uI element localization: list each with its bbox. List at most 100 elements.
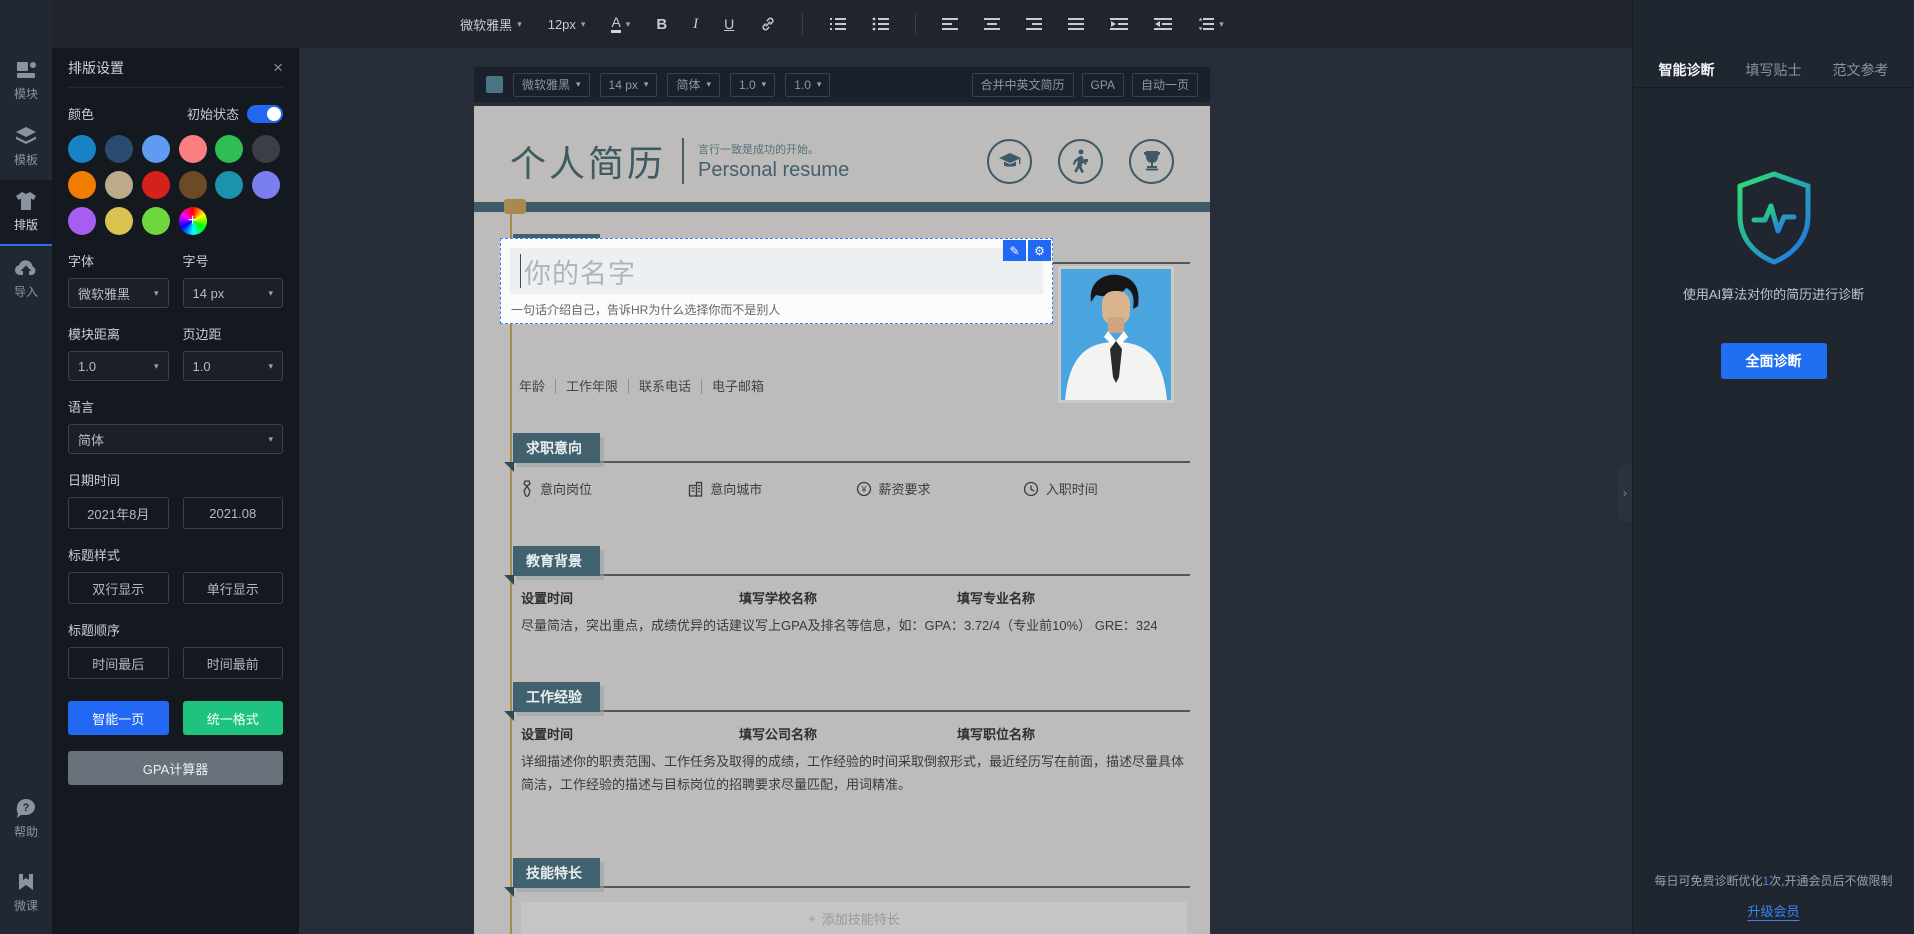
bold-button[interactable]: B	[656, 16, 667, 33]
work-position-col[interactable]: 填写职位名称	[957, 724, 1175, 743]
section-head: 技能特长	[513, 858, 1190, 888]
sidebar-item-layout[interactable]: 排版	[0, 180, 52, 246]
color-swatch[interactable]	[142, 207, 170, 235]
walking-person-icon	[1072, 149, 1090, 173]
tab-writing-tips[interactable]: 填写贴士	[1746, 60, 1802, 80]
edu-major-col[interactable]: 填写专业名称	[957, 588, 1175, 607]
line-height-select[interactable]: ▾	[1198, 17, 1224, 31]
name-edit-block[interactable]: ✎ ⚙ 你的名字 一句话介绍自己，告诉HR为什么选择你而不是别人	[500, 238, 1053, 324]
font-size-select[interactable]: 12px ▾	[548, 17, 586, 32]
name-input[interactable]: 你的名字	[510, 248, 1043, 294]
edu-hint-text[interactable]: 尽量简洁，突出重点，成绩优异的话建议写上GPA及排名等信息，如：GPA：3.72…	[513, 607, 1190, 638]
tab-smart-diagnosis[interactable]: 智能诊断	[1659, 60, 1715, 80]
gpa-calculator-button[interactable]: GPA计算器	[68, 751, 283, 785]
date-format-num-button[interactable]: 2021.08	[183, 497, 284, 529]
color-swatch[interactable]	[179, 171, 207, 199]
tie-icon	[521, 480, 533, 497]
section-tag-education[interactable]: 教育背景	[513, 546, 600, 576]
work-company-col[interactable]: 填写公司名称	[739, 724, 957, 743]
merge-cn-en-button[interactable]: 合并中英文简历	[972, 73, 1074, 97]
intent-position[interactable]: 意向岗位	[521, 479, 688, 498]
sidebar-item-microcourse[interactable]: 微课	[0, 860, 52, 926]
doc-lang-select[interactable]: 简体 ▾	[667, 73, 720, 97]
font-select[interactable]: 微软雅黑 ▾	[68, 278, 169, 308]
size-select[interactable]: 14 px ▾	[183, 278, 284, 308]
doc-margin-select[interactable]: 1.0 ▾	[785, 73, 830, 97]
color-swatch[interactable]	[215, 171, 243, 199]
language-select[interactable]: 简体 ▾	[68, 424, 283, 454]
doc-font-select[interactable]: 微软雅黑 ▾	[513, 73, 590, 97]
color-swatch[interactable]	[252, 135, 280, 163]
edit-pencil-button[interactable]: ✎	[1003, 240, 1026, 261]
underline-button[interactable]: U	[724, 16, 734, 32]
sidebar-item-templates[interactable]: 模板	[0, 114, 52, 180]
unify-format-button[interactable]: 统一格式	[183, 701, 284, 735]
panel-collapse-handle[interactable]: ›	[1618, 464, 1632, 522]
custom-color-picker[interactable]: +	[179, 207, 207, 235]
close-icon[interactable]: ×	[273, 58, 283, 78]
work-hint-text[interactable]: 详细描述你的职责范围、工作任务及取得的成绩，工作经验的时间采取倒叙形式，最近经历…	[513, 743, 1190, 797]
page-margin-select[interactable]: 1.0 ▾	[183, 351, 284, 381]
unordered-list-button[interactable]	[872, 17, 889, 31]
align-left-button[interactable]	[942, 17, 958, 31]
module-gap-select[interactable]: 1.0 ▾	[68, 351, 169, 381]
toolbar-divider	[802, 13, 803, 35]
align-right-button[interactable]	[1026, 17, 1042, 31]
doc-size-select[interactable]: 14 px ▾	[600, 73, 658, 97]
settings-gear-button[interactable]: ⚙	[1028, 240, 1051, 261]
add-skill-button[interactable]: + 添加技能特长	[521, 902, 1187, 934]
color-swatch[interactable]	[68, 135, 96, 163]
intent-salary[interactable]: ¥ 薪资要求	[856, 479, 1023, 498]
full-diagnosis-button[interactable]: 全面诊断	[1721, 343, 1827, 379]
title-one-line-button[interactable]: 单行显示	[183, 572, 284, 604]
edu-school-col[interactable]: 填写学校名称	[739, 588, 957, 607]
edu-time-col[interactable]: 设置时间	[521, 588, 739, 607]
tab-sample-reference[interactable]: 范文参考	[1833, 60, 1889, 80]
date-format-cn-button[interactable]: 2021年8月	[68, 497, 169, 529]
italic-button[interactable]: I	[693, 16, 698, 33]
indent-increase-button[interactable]	[1110, 17, 1128, 31]
shield-pulse-icon	[1734, 170, 1814, 266]
sidebar-item-import[interactable]: 导入	[0, 246, 52, 312]
chevron-down-icon: ▾	[644, 79, 649, 90]
initial-state-toggle[interactable]	[247, 105, 283, 123]
work-time-col[interactable]: 设置时间	[521, 724, 739, 743]
sidebar-item-modules[interactable]: 模块	[0, 48, 52, 114]
color-swatch[interactable]	[105, 171, 133, 199]
color-swatch[interactable]	[215, 135, 243, 163]
color-swatch[interactable]	[179, 135, 207, 163]
auto-one-page-button[interactable]: 自动一页	[1132, 73, 1198, 97]
time-last-button[interactable]: 时间最后	[68, 647, 169, 679]
color-swatch[interactable]	[105, 135, 133, 163]
title-two-line-button[interactable]: 双行显示	[68, 572, 169, 604]
align-justify-button[interactable]	[1068, 17, 1084, 31]
font-family-value: 微软雅黑	[460, 15, 512, 34]
section-tag-work[interactable]: 工作经验	[513, 682, 600, 712]
theme-color-swatch[interactable]	[486, 76, 503, 93]
color-swatch[interactable]	[252, 171, 280, 199]
font-family-select[interactable]: 微软雅黑 ▾	[460, 15, 522, 34]
intent-city[interactable]: 意向城市	[688, 479, 855, 498]
color-swatch[interactable]	[68, 171, 96, 199]
color-swatch[interactable]	[142, 171, 170, 199]
ordered-list-icon	[829, 17, 846, 31]
color-swatch[interactable]	[105, 207, 133, 235]
ordered-list-button[interactable]	[829, 17, 846, 31]
section-tag-intent[interactable]: 求职意向	[513, 433, 600, 463]
align-center-button[interactable]	[984, 17, 1000, 31]
gpa-button[interactable]: GPA	[1082, 73, 1124, 97]
link-button[interactable]	[760, 16, 776, 32]
sidebar-item-help[interactable]: ? 帮助	[0, 786, 52, 852]
color-swatch[interactable]	[68, 207, 96, 235]
intent-start-date[interactable]: 入职时间	[1023, 479, 1190, 498]
time-first-button[interactable]: 时间最前	[183, 647, 284, 679]
profile-photo[interactable]	[1058, 266, 1174, 403]
language-value: 简体	[78, 430, 104, 449]
color-swatch[interactable]	[142, 135, 170, 163]
text-color-button[interactable]: A ▾	[611, 16, 630, 33]
section-tag-skills[interactable]: 技能特长	[513, 858, 600, 888]
smart-one-page-button[interactable]: 智能一页	[68, 701, 169, 735]
doc-module-spacing-select[interactable]: 1.0 ▾	[730, 73, 775, 97]
indent-decrease-button[interactable]	[1154, 17, 1172, 31]
upgrade-membership-link[interactable]: 升级会员	[1747, 901, 1799, 920]
